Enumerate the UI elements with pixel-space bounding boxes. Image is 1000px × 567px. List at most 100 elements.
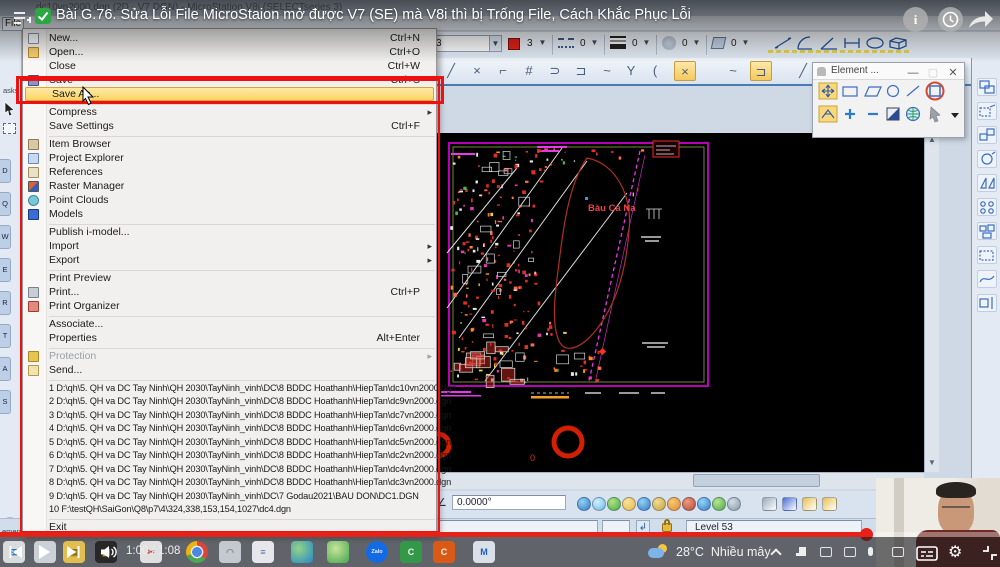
imagery-icon[interactable] [637, 497, 651, 511]
selection-tool-icon[interactable]: ⊐ [750, 61, 772, 81]
menu-item-item-browser[interactable]: Item Browser [23, 137, 436, 151]
smooth-tool-icon[interactable]: ~ [722, 61, 744, 81]
menu-item-raster-manager[interactable]: Raster Manager [23, 179, 436, 193]
select-element-icon[interactable] [819, 83, 837, 99]
menu-item-print[interactable]: Print...Ctrl+P [23, 285, 436, 299]
menu-item-save-settings[interactable]: Save SettingsCtrl+F [23, 119, 436, 133]
line-tool-icon[interactable]: ╱ [792, 61, 814, 81]
drawing-icon[interactable] [727, 497, 741, 511]
task-chip-d[interactable]: D [0, 159, 11, 183]
share-icon[interactable] [966, 8, 994, 30]
task-chip-a[interactable]: A [0, 357, 11, 381]
links-icon[interactable] [762, 497, 777, 511]
reproject-icon[interactable] [592, 497, 606, 511]
horizontal-scrollbar[interactable] [437, 472, 924, 489]
menu-item-project-explorer[interactable]: Project Explorer [23, 151, 436, 165]
task-chip-s[interactable]: S [0, 390, 11, 414]
playlist-icon[interactable] [13, 11, 31, 25]
taskbar-paint-icon[interactable]: ◠ [219, 541, 241, 563]
taskbar-coccoc-icon[interactable] [327, 541, 349, 563]
recent-file-item[interactable]: 10 F:\testQH\SaiGon\Q8\p7\4\324,338,153,… [23, 503, 436, 517]
task-chip-e[interactable]: E [0, 258, 11, 282]
next-icon[interactable] [66, 545, 81, 559]
accusnap-toggle-icon[interactable]: × [674, 61, 696, 81]
flag-icon[interactable] [782, 497, 797, 511]
captions-icon[interactable] [916, 546, 938, 561]
add-selection-icon[interactable] [845, 109, 855, 119]
taskbar-notepad-icon[interactable]: ≡ [252, 541, 274, 563]
recent-file-item[interactable]: 3 D:\qh\5. QH va DC Tay Ninh\QH 2030\Tay… [23, 408, 436, 422]
tray-cast-icon[interactable] [892, 547, 904, 557]
recent-file-item[interactable]: 2 D:\qh\5. QH va DC Tay Ninh\QH 2030\Tay… [23, 395, 436, 409]
folder-in-icon[interactable] [822, 497, 837, 511]
recent-file-item[interactable]: 1 D:\qh\5. QH va DC Tay Ninh\QH 2030\Tay… [23, 381, 436, 395]
menu-item-properties[interactable]: PropertiesAlt+Enter [23, 331, 436, 345]
tray-input-icon[interactable] [844, 547, 856, 557]
taskbar-zalo-icon[interactable]: Zalo [366, 541, 388, 563]
arc-snap-icon[interactable]: ( [644, 61, 666, 81]
pointer-tool-icon[interactable] [3, 101, 17, 117]
taskbar-edge-icon[interactable] [291, 541, 313, 563]
fence-tool-icon[interactable] [3, 123, 16, 134]
menu-item-save[interactable]: SaveCtrl+S [23, 73, 436, 87]
tray-mic-icon[interactable] [868, 547, 873, 556]
invert-selection-icon[interactable] [887, 108, 899, 120]
task-chip-r[interactable]: R [0, 291, 11, 315]
folder-out-icon[interactable] [802, 497, 817, 511]
line-tool-icon[interactable] [907, 86, 919, 96]
world-selection-icon[interactable] [907, 108, 920, 121]
angle-lock-icon[interactable]: ∠ [437, 496, 447, 509]
previous-icon[interactable] [8, 545, 23, 559]
screen-icon[interactable] [667, 497, 681, 511]
menu-item-associate[interactable]: Associate... [23, 317, 436, 331]
info-icon[interactable]: i [903, 7, 928, 32]
extend-icon[interactable] [977, 294, 997, 312]
recent-file-item[interactable]: 5 D:\qh\5. QH va DC Tay Ninh\QH 2030\Tay… [23, 435, 436, 449]
task-chip-t[interactable]: T [0, 324, 11, 348]
vertical-scrollbar[interactable]: ▲ ▼ [924, 133, 939, 472]
menu-item-import[interactable]: Import▸ [23, 239, 436, 253]
element-selection-window[interactable]: Element ... — ▢ ✕ [812, 62, 965, 138]
no-selection-icon[interactable] [927, 83, 944, 100]
task-chip-q[interactable]: Q [0, 192, 11, 216]
web-map-icon[interactable] [622, 497, 636, 511]
recent-file-item[interactable]: 4 D:\qh\5. QH va DC Tay Ninh\QH 2030\Tay… [23, 422, 436, 436]
tray-network-icon[interactable] [796, 547, 806, 556]
drawing-view[interactable]: 0 Bàu Cà Na [437, 133, 924, 472]
expand-arrow-icon[interactable] [951, 113, 959, 118]
volume-icon[interactable] [100, 545, 118, 559]
taskbar-camtasia-icon[interactable]: C [400, 541, 422, 563]
array-icon[interactable] [977, 198, 997, 216]
mirror-icon[interactable] [977, 174, 997, 192]
menu-item-print-organizer[interactable]: Print Organizer [23, 299, 436, 313]
tray-chevron-up-icon[interactable] [770, 548, 781, 559]
scale-icon[interactable] [977, 126, 997, 144]
menu-item-print-preview[interactable]: Print Preview [23, 271, 436, 285]
rotate-icon[interactable] [977, 150, 997, 168]
maximize-icon[interactable]: ▢ [926, 65, 940, 81]
play-icon[interactable] [37, 544, 51, 560]
video-title[interactable]: Bài G.76. Sửa Lỗi File MicroStaion mở đư… [56, 7, 691, 23]
horizontal-scrollbar-thumb[interactable] [693, 474, 820, 487]
move-icon[interactable] [977, 102, 997, 120]
settings-icon[interactable]: ⚙ [948, 542, 962, 562]
menu-item-references[interactable]: References [23, 165, 436, 179]
circle-tool-icon[interactable] [888, 86, 899, 97]
bisector-snap-icon[interactable]: Y [620, 61, 642, 81]
curve-snap-icon[interactable]: ~ [596, 61, 618, 81]
minimize-icon[interactable]: — [906, 65, 920, 81]
menu-item-point-clouds[interactable]: Point Clouds [23, 193, 436, 207]
midpoint-snap-icon[interactable]: ⌐ [492, 61, 514, 81]
menu-item-export[interactable]: Export▸ [23, 253, 436, 267]
task-chip-w[interactable]: W [0, 225, 11, 249]
keypoint-snap-icon[interactable]: × [466, 61, 488, 81]
tangent-snap-icon[interactable]: ⊃ [544, 61, 566, 81]
taskbar-microstation-icon[interactable]: M [473, 541, 495, 563]
group-icon[interactable] [977, 222, 997, 240]
close-icon[interactable]: ✕ [946, 65, 960, 81]
watch-later-icon[interactable] [938, 7, 963, 32]
menu-item-protection[interactable]: Protection▸ [23, 349, 436, 363]
recent-file-item[interactable]: 7 D:\qh\5. QH va DC Tay Ninh\QH 2030\Tay… [23, 462, 436, 476]
taskbar-compressor-icon[interactable]: C [433, 541, 455, 563]
perpendicular-snap-icon[interactable]: ⊐ [570, 61, 592, 81]
